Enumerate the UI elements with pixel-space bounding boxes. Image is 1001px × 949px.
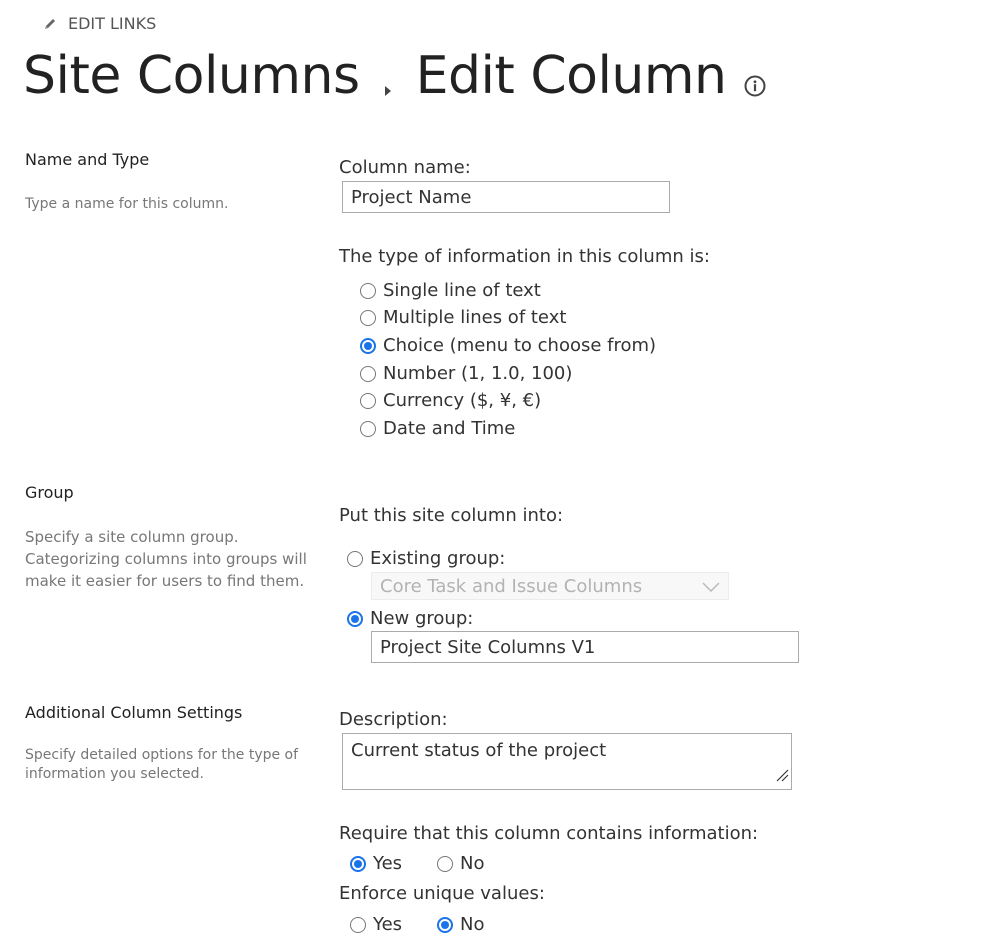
desc-line: Specify a site column group. [25,528,239,546]
existing-group-select-value: Core Task and Issue Columns [380,575,643,597]
new-group-label: New group: [370,608,474,629]
require-no-option[interactable]: No [437,853,484,874]
column-name-input[interactable]: Project Name [342,181,670,213]
type-option-label: Choice (menu to choose from) [383,335,657,356]
unique-label: Enforce unique values: [339,883,545,904]
radio-single-line[interactable] [360,282,376,299]
info-circle-icon[interactable] [744,48,766,112]
type-option-currency[interactable]: Currency ($, ¥, €) [360,390,541,411]
radio-require-no[interactable] [437,855,453,872]
type-option-label: Currency ($, ¥, €) [383,390,542,411]
type-option-date-time[interactable]: Date and Time [360,418,515,439]
radio-require-yes[interactable] [350,855,366,872]
type-option-label: Number (1, 1.0, 100) [383,363,573,384]
type-option-label: Single line of text [383,280,541,301]
require-no-label: No [460,853,485,874]
edit-links-label: EDIT LINKS [68,14,157,33]
edit-links-button[interactable]: EDIT LINKS [42,14,156,33]
type-option-number[interactable]: Number (1, 1.0, 100) [360,363,572,384]
pencil-icon [42,16,58,32]
section-title-group: Group [25,483,74,502]
desc-line: make it easier for users to find them. [25,572,305,590]
radio-date-time[interactable] [360,420,376,437]
type-option-choice[interactable]: Choice (menu to choose from) [360,335,656,356]
put-into-label: Put this site column into: [339,505,564,526]
radio-unique-no[interactable] [437,916,453,933]
type-option-single-line[interactable]: Single line of text [360,280,541,301]
unique-no-label: No [460,914,485,935]
section-desc-additional: Specify detailed options for the type of… [25,746,298,784]
require-yes-label: Yes [373,853,403,874]
triangle-right-icon [384,48,392,112]
radio-multiple-lines[interactable] [360,309,376,326]
new-group-option[interactable]: New group: [347,608,473,629]
require-yes-option[interactable]: Yes [350,853,402,874]
unique-yes-label: Yes [373,914,403,935]
description-textarea[interactable]: Current status of the project [342,733,792,790]
type-option-label: Date and Time [383,418,516,439]
radio-existing-group[interactable] [347,550,363,567]
breadcrumb-current: Edit Column [415,46,727,106]
radio-choice[interactable] [360,337,376,354]
section-title-additional: Additional Column Settings [25,703,243,722]
type-label: The type of information in this column i… [339,246,710,267]
radio-new-group[interactable] [347,610,363,627]
existing-group-select[interactable]: Core Task and Issue Columns [371,572,729,600]
unique-no-option[interactable]: No [437,914,484,935]
description-value: Current status of the project [351,740,607,761]
radio-unique-yes[interactable] [350,916,366,933]
radio-number[interactable] [360,365,376,382]
column-name-label: Column name: [339,157,471,178]
section-desc-group: Specify a site column group. Categorizin… [25,526,307,592]
desc-line: Specify detailed options for the type of [25,747,299,763]
existing-group-option[interactable]: Existing group: [347,548,505,569]
unique-yes-option[interactable]: Yes [350,914,402,935]
type-option-multiple-lines[interactable]: Multiple lines of text [360,307,566,328]
existing-group-label: Existing group: [370,548,506,569]
section-title-name-and-type: Name and Type [25,150,150,169]
page-title: Site Columns Edit Column [23,40,766,112]
description-label: Description: [339,709,448,730]
breadcrumb-parent-link[interactable]: Site Columns [23,44,360,108]
desc-line: information you selected. [25,766,204,782]
resize-grip-icon[interactable] [775,766,789,787]
section-desc-name-and-type: Type a name for this column. [25,196,229,212]
radio-currency[interactable] [360,392,376,409]
new-group-input[interactable]: Project Site Columns V1 [371,631,799,663]
type-option-label: Multiple lines of text [383,307,567,328]
desc-line: Categorizing columns into groups will [25,550,307,568]
require-label: Require that this column contains inform… [339,823,759,844]
chevron-down-icon [702,576,720,597]
